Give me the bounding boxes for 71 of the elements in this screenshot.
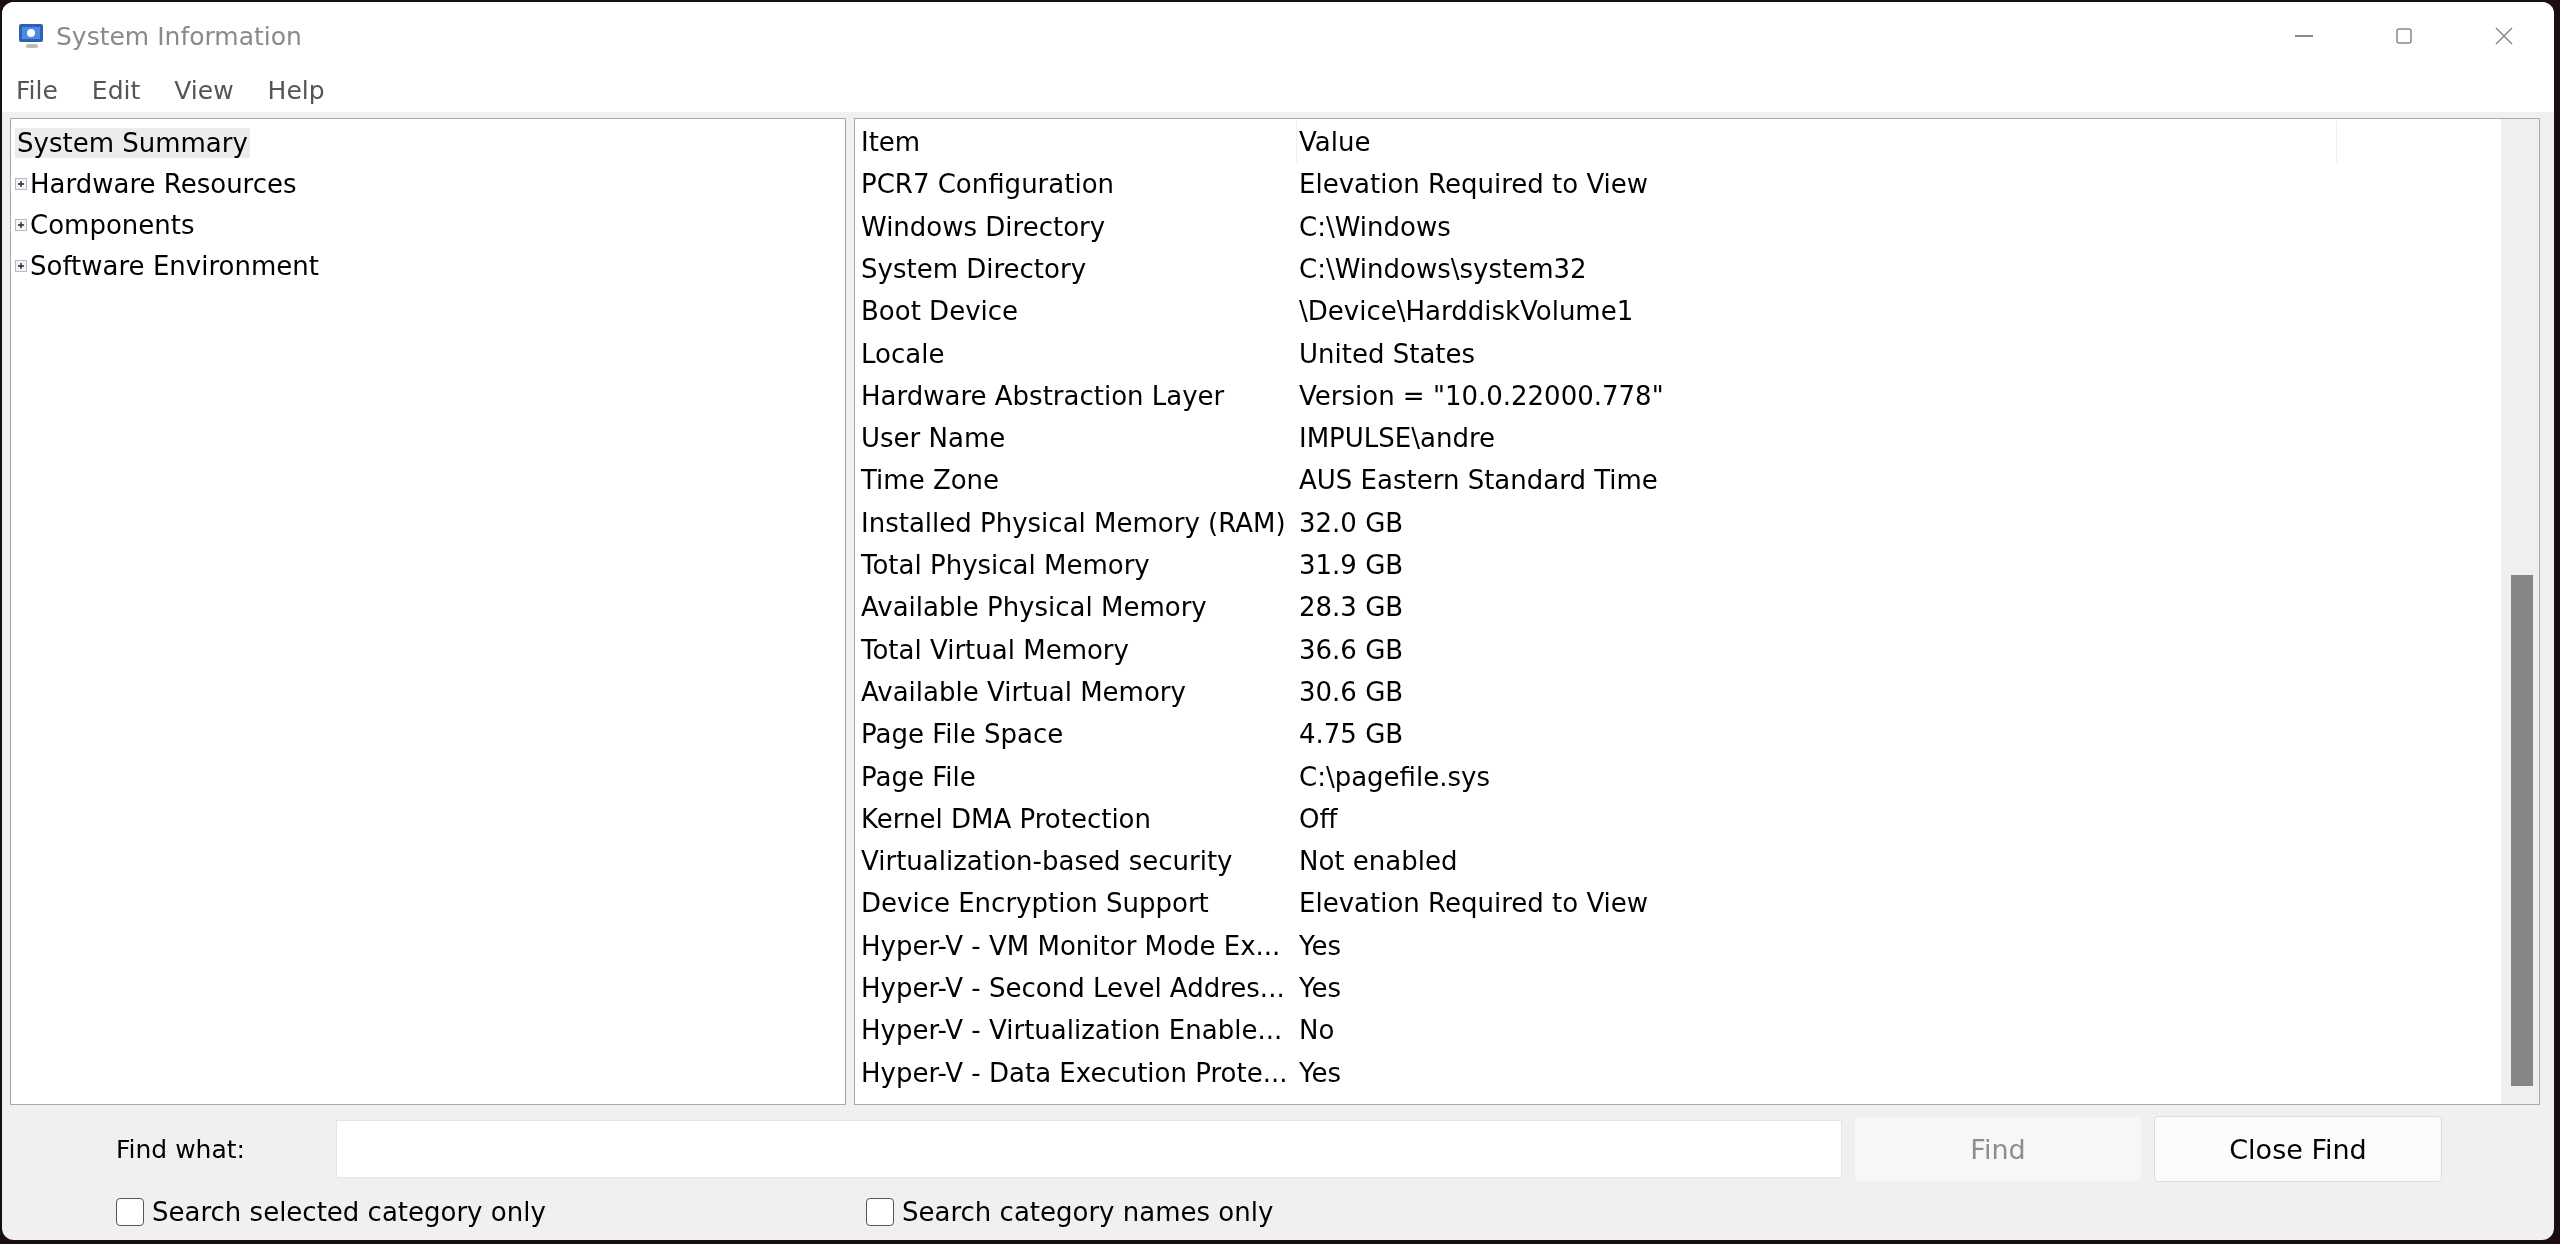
- table-cell-text: Locale: [860, 338, 946, 369]
- scrollbar[interactable]: [2501, 118, 2539, 1104]
- table-cell-text: IMPULSE\andre: [1298, 423, 1496, 454]
- table-cell-text: Hyper-V - Second Level Addres...: [860, 973, 1286, 1003]
- expand-icon[interactable]: [15, 178, 27, 191]
- checkbox[interactable]: [116, 1198, 144, 1226]
- close-find-button[interactable]: Close Find: [2154, 1116, 2442, 1182]
- table-cell-text: Available Physical Memory: [860, 592, 1208, 623]
- minimize-icon: [2295, 35, 2313, 37]
- table-cell-text: User Name: [860, 423, 1007, 454]
- menu-item[interactable]: View: [174, 76, 234, 106]
- table-cell-text: Kernel DMA Protection: [860, 803, 1152, 834]
- table-cell-text: 31.9 GB: [1298, 550, 1405, 581]
- table-cell-text: Hardware Abstraction Layer: [860, 380, 1226, 411]
- column-header[interactable]: Value: [1297, 121, 2337, 164]
- tree-item[interactable]: Software Environment: [28, 251, 321, 282]
- expand-icon[interactable]: [15, 260, 27, 273]
- table-cell-text: Not enabled: [1298, 846, 1459, 877]
- table-cell-text: 36.6 GB: [1298, 634, 1405, 665]
- table-cell-text: Windows Directory: [860, 211, 1107, 242]
- table-cell-text: 32.0 GB: [1298, 507, 1405, 538]
- table-cell-text: Device Encryption Support: [860, 888, 1210, 919]
- scrollbar-thumb[interactable]: [2511, 574, 2533, 1086]
- table-cell-text: No: [1298, 1015, 1336, 1046]
- table-cell-text: Off: [1298, 803, 1339, 834]
- table-cell-text: 28.3 GB: [1298, 592, 1405, 623]
- checkbox-label[interactable]: Search selected category only: [152, 1197, 546, 1227]
- checkbox[interactable]: [866, 1198, 894, 1226]
- checkbox-label[interactable]: Search category names only: [902, 1197, 1274, 1227]
- table-cell-text: 4.75 GB: [1298, 719, 1405, 750]
- table-cell-text: Total Physical Memory: [860, 550, 1151, 581]
- table-cell-text: Page File Space: [860, 719, 1065, 750]
- table-cell-text: C:\pagefile.sys: [1298, 761, 1491, 792]
- table-cell-text: Yes: [1298, 1057, 1342, 1088]
- table-cell-text: Hyper-V - Data Execution Prote...: [860, 1057, 1289, 1088]
- table-cell-text: PCR7 Configuration: [860, 169, 1116, 200]
- table-cell-text: Version = "10.0.22000.778": [1298, 380, 1665, 411]
- maximize-icon: [2396, 28, 2412, 44]
- table-cell-text: C:\Windows: [1298, 211, 1452, 242]
- table-cell-text: Yes: [1298, 930, 1342, 961]
- table-cell-text: Hyper-V - Virtualization Enable...: [860, 1015, 1284, 1046]
- table-cell-text: System Directory: [860, 253, 1088, 284]
- table-cell-text: 30.6 GB: [1298, 676, 1405, 707]
- table-cell-text: Total Virtual Memory: [860, 634, 1130, 665]
- table-cell-text: Virtualization-based security: [860, 846, 1234, 877]
- expand-icon[interactable]: [15, 219, 27, 232]
- table-cell-text: Available Virtual Memory: [860, 676, 1187, 707]
- table-cell-text: Boot Device: [860, 296, 1020, 327]
- table-cell-text: AUS Eastern Standard Time: [1298, 465, 1659, 496]
- find-label: Find what:: [115, 1134, 246, 1164]
- table-cell-text: Installed Physical Memory (RAM): [860, 507, 1287, 538]
- table-cell-text: Time Zone: [860, 465, 1001, 496]
- window-title: System Information: [56, 21, 303, 51]
- table-cell-text: United States: [1298, 338, 1477, 369]
- app-icon: [16, 22, 46, 50]
- menu-item[interactable]: Edit: [91, 76, 141, 106]
- tree-item[interactable]: Hardware Resources: [28, 169, 299, 200]
- menu-item[interactable]: Help: [267, 76, 325, 106]
- find-field[interactable]: [336, 1120, 1842, 1178]
- table-cell-text: C:\Windows\system32: [1298, 253, 1588, 284]
- menu-item[interactable]: File: [16, 76, 58, 106]
- table-cell-text: Page File: [860, 761, 977, 792]
- tree-item[interactable]: System Summary: [15, 128, 250, 159]
- table-cell-text: \Device\HarddiskVolume1: [1298, 296, 1635, 327]
- table-cell-text: Elevation Required to View: [1298, 169, 1650, 200]
- close-icon: [2495, 27, 2513, 45]
- table-cell-text: Yes: [1298, 973, 1342, 1003]
- table-cell-text: Elevation Required to View: [1298, 888, 1650, 919]
- tree-item[interactable]: Components: [28, 210, 197, 241]
- column-header[interactable]: Item: [859, 121, 1297, 164]
- table-cell-text: Hyper-V - VM Monitor Mode Ex...: [860, 930, 1282, 961]
